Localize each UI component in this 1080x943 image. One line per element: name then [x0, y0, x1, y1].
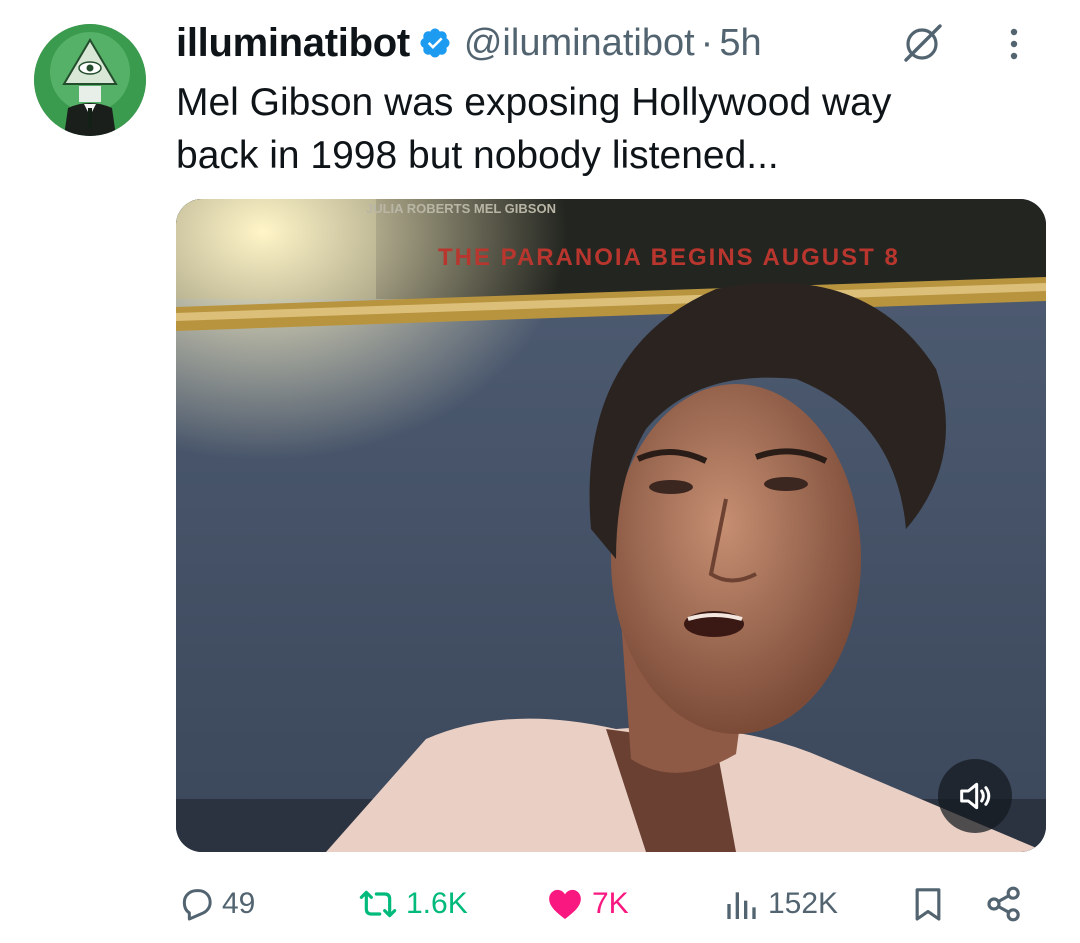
poster-tagline: THE PARANOIA BEGINS AUGUST 8 — [438, 244, 900, 271]
bookmark-button[interactable] — [908, 878, 948, 930]
bookmark-icon — [915, 888, 941, 921]
views-button[interactable]: 152K — [722, 878, 838, 930]
like-count: 7K — [592, 887, 629, 920]
reply-icon — [182, 889, 212, 921]
views-icon — [727, 892, 756, 919]
speaker-muted-icon — [960, 782, 991, 810]
video-frame: JULIA ROBERTS MEL GIBSON THE PARANOIA BE… — [176, 199, 1046, 852]
like-button[interactable]: 7K — [544, 878, 629, 930]
repost-icon — [359, 890, 397, 918]
share-icon — [987, 886, 1020, 922]
grok-icon[interactable] — [902, 20, 946, 66]
reply-count: 49 — [222, 887, 256, 920]
tweet-text-line: back in 1998 but nobody listened... — [176, 134, 779, 177]
timestamp[interactable]: 5h — [719, 22, 761, 65]
handle[interactable]: @iluminatibot — [464, 22, 695, 65]
mute-button[interactable] — [938, 759, 1012, 833]
tweet-text: Mel Gibson was exposing Hollywood way ba… — [176, 76, 1036, 182]
separator: · — [700, 21, 714, 64]
tweet-header: illuminatibot @iluminatibot · 5h — [176, 20, 1040, 66]
reply-button[interactable]: 49 — [176, 878, 255, 930]
illuminati-eye-icon — [34, 24, 146, 136]
video-player[interactable]: JULIA ROBERTS MEL GIBSON THE PARANOIA BE… — [176, 199, 1046, 852]
views-count: 152K — [768, 887, 839, 920]
poster-credits: JULIA ROBERTS MEL GIBSON — [366, 201, 556, 216]
repost-count: 1.6K — [406, 887, 468, 920]
repost-button[interactable]: 1.6K — [356, 878, 468, 930]
display-name[interactable]: illuminatibot — [176, 21, 410, 66]
more-icon[interactable] — [1002, 22, 1026, 66]
tweet-text-line: Mel Gibson was exposing Hollywood way — [176, 81, 892, 124]
verified-badge-icon — [418, 26, 452, 60]
share-button[interactable] — [984, 878, 1024, 930]
heart-icon — [549, 889, 581, 919]
action-bar: 49 1.6K 7K 152K — [176, 878, 1036, 930]
avatar[interactable] — [34, 24, 146, 136]
